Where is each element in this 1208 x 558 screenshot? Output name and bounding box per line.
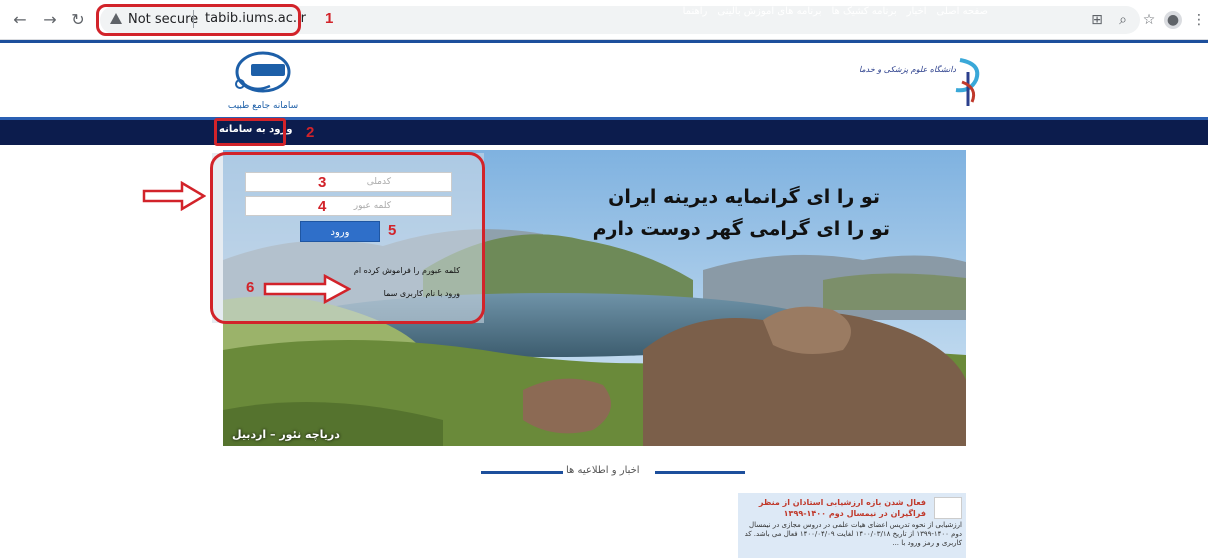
nav-item-shifts[interactable]: برنامه کشیک ها bbox=[831, 6, 896, 17]
nav-item-clinical-training[interactable]: برنامه های آموزش بالینی bbox=[717, 6, 821, 17]
nav-menu: صفحه اصلی اخبار برنامه کشیک ها برنامه ها… bbox=[683, 6, 988, 17]
annotation-arrow-links bbox=[263, 274, 351, 304]
news-divider-left bbox=[481, 471, 563, 474]
tabib-logo-text: سامانه جامع طبیب bbox=[228, 101, 298, 111]
back-icon[interactable]: ← bbox=[10, 10, 30, 30]
news-section-title: اخبار و اطلاعیه ها bbox=[566, 465, 640, 476]
tabib-logo[interactable]: سامانه جامع طبیب bbox=[218, 50, 308, 112]
annotation-number-1: 1 bbox=[325, 10, 334, 27]
annotation-box-1 bbox=[96, 4, 301, 36]
site-header bbox=[0, 43, 1208, 117]
main-navbar bbox=[0, 117, 1208, 145]
navbar-top-line bbox=[0, 117, 1208, 120]
forward-icon[interactable]: → bbox=[40, 10, 60, 30]
annotation-box-2 bbox=[214, 118, 286, 146]
reload-icon[interactable]: ↻ bbox=[68, 10, 88, 30]
annotation-number-2: 2 bbox=[306, 124, 315, 141]
news-item-title[interactable]: فعال شدن بازه ارزشیابی استادان از منظر ف… bbox=[742, 497, 926, 519]
nav-item-news[interactable]: اخبار bbox=[907, 6, 927, 17]
nav-item-help[interactable]: راهنما bbox=[683, 6, 708, 17]
translate-icon[interactable]: ⊞ bbox=[1088, 11, 1106, 29]
hero-caption: دریاچه نئور – اردبیل bbox=[232, 428, 340, 441]
zoom-icon[interactable]: ⌕ bbox=[1114, 11, 1132, 29]
annotation-number-6: 6 bbox=[246, 279, 255, 296]
annotation-number-5: 5 bbox=[388, 222, 397, 239]
university-logo[interactable]: دانشگاه علوم پزشکی و خدمات بهداشتی درمان… bbox=[860, 52, 990, 108]
hero-slogan-line-2: تو را ای گرامی گهر دوست دارم bbox=[592, 218, 890, 240]
annotation-number-4: 4 bbox=[318, 198, 327, 215]
news-thumbnail-icon[interactable] bbox=[934, 497, 962, 519]
profile-avatar-icon[interactable]: ● bbox=[1164, 11, 1182, 29]
nav-item-home[interactable]: صفحه اصلی bbox=[937, 6, 988, 17]
bookmark-star-icon[interactable]: ☆ bbox=[1140, 11, 1158, 29]
menu-kebab-icon[interactable]: ⋮ bbox=[1190, 11, 1208, 29]
hero-slogan-line-1: تو را ای گرانمایه دیرینه ایران bbox=[608, 186, 880, 208]
news-item-body: ارزشیابی از نحوه تدریس اعضای هیات علمی د… bbox=[744, 521, 962, 547]
news-divider-right bbox=[655, 471, 745, 474]
annotation-number-3: 3 bbox=[318, 174, 327, 191]
university-logo-text: دانشگاه علوم پزشکی و خدمات بهداشتی درمان… bbox=[860, 64, 956, 74]
annotation-arrow-login bbox=[142, 181, 206, 211]
